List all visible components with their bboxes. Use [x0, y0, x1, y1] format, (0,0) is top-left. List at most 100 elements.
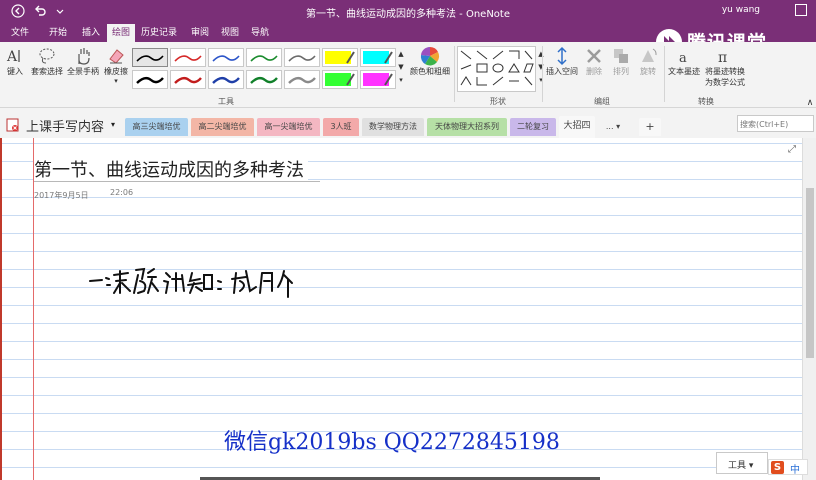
pan-hand-label: 全景手柄: [67, 67, 99, 76]
page-title[interactable]: 第一节、曲线运动成因的多种考法: [34, 156, 308, 182]
vertical-scrollbar[interactable]: [802, 138, 816, 480]
page-time: 22:06: [110, 188, 134, 197]
section-tab[interactable]: 高三尖端培优: [125, 118, 188, 136]
ink-to-text-button[interactable]: a 文本墨迹: [666, 46, 702, 77]
section-tab[interactable]: 高一尖端培优: [257, 118, 320, 136]
pen-stroke-icon: [212, 55, 240, 62]
arrange-label: 排列: [613, 67, 629, 76]
pen-swatch[interactable]: [170, 48, 206, 67]
arrange-button[interactable]: 排列: [609, 46, 633, 77]
watermark-text: 微信gk2019bs QQ2272845198: [224, 430, 560, 455]
pen-stroke-icon: [136, 55, 164, 62]
collapse-ribbon-icon[interactable]: ∧: [805, 98, 815, 108]
title-bar: 第一节、曲线运动成因的多种考法 - OneNote yu wang: [0, 0, 816, 24]
type-icon: A: [6, 49, 20, 65]
tab-history[interactable]: 历史记录: [138, 24, 180, 42]
pen-stroke-icon: [212, 76, 240, 84]
pen-swatch[interactable]: [208, 70, 244, 89]
shapes-gallery[interactable]: [457, 46, 536, 92]
insert-space-icon: [557, 46, 567, 66]
section-tab[interactable]: 3人班: [323, 118, 359, 136]
ink-to-math-button[interactable]: π 将墨迹转换 为数学公式: [702, 46, 748, 88]
type-button[interactable]: A 键入: [4, 46, 26, 77]
section-tab[interactable]: 数学物理方法: [362, 118, 424, 136]
tab-draw[interactable]: 绘图: [107, 24, 135, 42]
hand-icon: [78, 48, 90, 65]
lasso-select-button[interactable]: 套索选择: [30, 46, 64, 77]
pen-swatch[interactable]: [132, 70, 168, 89]
pen-stroke-icon: [174, 76, 202, 84]
sogou-icon: S: [771, 461, 784, 474]
ink-to-math-label-2: 为数学公式: [705, 78, 745, 87]
arrange-icon: [614, 49, 628, 63]
delete-icon: [587, 49, 601, 63]
tab-file[interactable]: 文件: [6, 24, 34, 42]
notebook-name[interactable]: 上课手写内容: [26, 116, 104, 135]
ime-mode-label: 中: [790, 465, 800, 476]
handwritten-ink[interactable]: [86, 261, 306, 301]
section-tab[interactable]: 高二尖端培优: [191, 118, 254, 136]
eraser-button[interactable]: 橡皮擦 ▾: [101, 46, 131, 85]
section-tab-active[interactable]: 大招四: [559, 116, 595, 138]
color-wheel-icon: [420, 46, 440, 66]
pen-swatch[interactable]: [284, 48, 320, 67]
pen-swatch[interactable]: [246, 48, 282, 67]
eraser-label: 橡皮擦: [104, 67, 128, 76]
pens-gallery-scroll-icon[interactable]: ▲ ▼ ▾: [397, 48, 405, 87]
pen-stroke-icon: [288, 55, 316, 62]
insert-space-label: 插入空间: [546, 67, 578, 76]
insert-space-button[interactable]: 插入空间: [545, 46, 579, 77]
tab-home[interactable]: 开始: [44, 24, 72, 42]
ime-indicator[interactable]: S 中: [768, 459, 808, 476]
ribbon-display-icon[interactable]: [795, 4, 807, 16]
pen-swatch[interactable]: [132, 48, 168, 67]
expand-page-icon[interactable]: ⤢: [788, 144, 796, 155]
rotate-label: 旋转: [640, 67, 656, 76]
ink-to-math-label-1: 将墨迹转换: [705, 67, 745, 76]
tab-navigate[interactable]: 导航: [246, 24, 274, 42]
pen-swatch[interactable]: [170, 70, 206, 89]
scrollbar-thumb[interactable]: [806, 188, 814, 358]
tab-view[interactable]: 视图: [216, 24, 244, 42]
lasso-select-label: 套索选择: [31, 67, 63, 76]
add-section-button[interactable]: +: [639, 118, 661, 136]
tools-dropdown-button[interactable]: 工具 ▾: [716, 452, 768, 474]
pan-hand-button[interactable]: 全景手柄: [66, 46, 100, 77]
notebook-dropdown-icon[interactable]: ▾: [111, 120, 115, 129]
ink-to-text-icon: a: [679, 51, 687, 66]
svg-text:π: π: [718, 50, 727, 66]
shapes-scroll-icon[interactable]: ▲ ▼ ▾: [537, 48, 545, 87]
highlighter-swatch[interactable]: [360, 48, 396, 67]
highlighter-swatch[interactable]: [322, 48, 358, 67]
search-input[interactable]: 搜索(Ctrl+E): [737, 115, 814, 132]
more-sections-label: ...: [605, 122, 614, 131]
highlighter-icon: [325, 51, 355, 64]
highlighter-icon: [325, 73, 355, 86]
section-tab[interactable]: 天体物理大招系列: [427, 118, 507, 136]
page-left-edge: [0, 138, 2, 480]
lasso-icon: [39, 48, 55, 64]
highlighter-swatch[interactable]: [360, 70, 396, 89]
section-tab[interactable]: 二轮复习: [510, 118, 556, 136]
pen-swatch[interactable]: [246, 70, 282, 89]
window-title: 第一节、曲线运动成因的多种考法 - OneNote: [306, 9, 510, 20]
highlighter-swatch[interactable]: [322, 70, 358, 89]
highlighter-icon: [363, 51, 393, 64]
pen-stroke-icon: [288, 76, 316, 84]
user-name[interactable]: yu wang: [722, 5, 760, 15]
more-sections-button[interactable]: ... ▾: [598, 118, 628, 136]
notebook-icon[interactable]: [6, 118, 20, 132]
pen-stroke-icon: [136, 76, 164, 84]
pen-swatch[interactable]: [208, 48, 244, 67]
tools-dropdown-label: 工具: [728, 461, 747, 471]
rotate-button[interactable]: 旋转: [636, 46, 660, 77]
tools-group-label: 工具: [218, 97, 234, 106]
tab-review[interactable]: 审阅: [186, 24, 214, 42]
tab-insert[interactable]: 插入: [77, 24, 105, 42]
pen-swatch[interactable]: [284, 70, 320, 89]
eraser-dropdown-icon: ▾: [114, 77, 118, 85]
delete-button[interactable]: 删除: [582, 46, 606, 77]
group-separator: [542, 46, 543, 102]
group-separator: [664, 46, 665, 102]
color-thickness-button[interactable]: 颜色和粗细: [408, 46, 452, 77]
